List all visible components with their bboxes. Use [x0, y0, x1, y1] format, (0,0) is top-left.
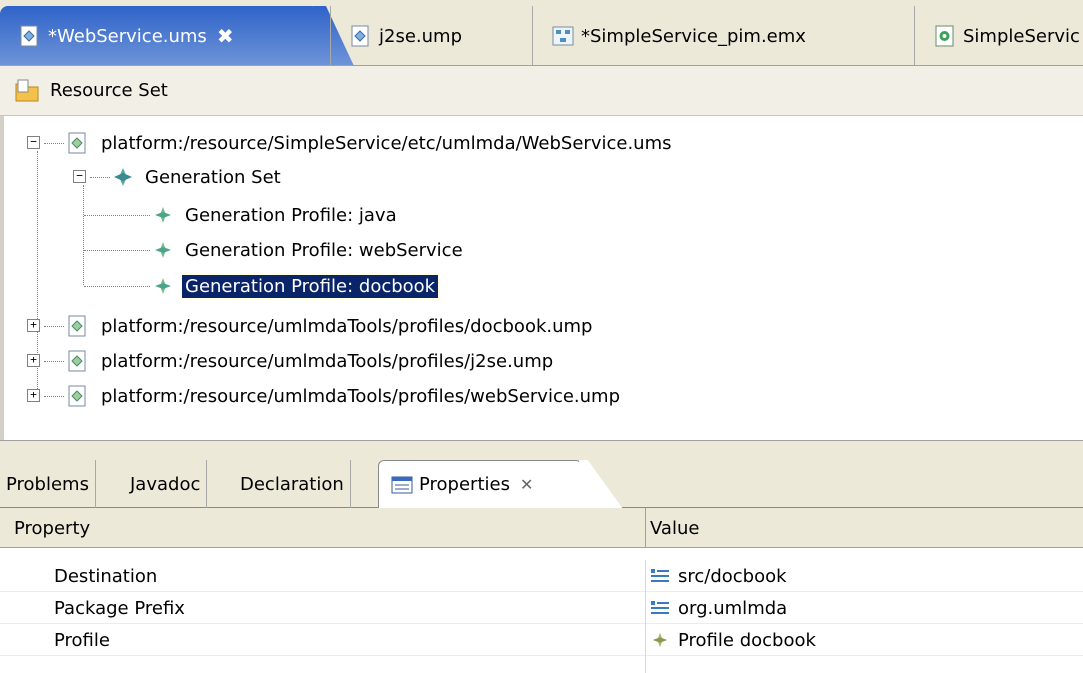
tab-properties[interactable]: Properties ✕ [378, 460, 582, 508]
ump-file-icon [66, 314, 90, 338]
tree-connector [44, 361, 64, 362]
column-header-label: Property [14, 517, 91, 539]
table-header: Property Value [0, 508, 1083, 548]
property-name: Profile [0, 624, 646, 656]
close-view-icon[interactable]: ✕ [520, 475, 533, 494]
tab-label: *SimpleService_pim.emx [581, 25, 806, 47]
expand-toggle[interactable]: + [27, 319, 40, 332]
resource-set-header: Resource Set [0, 66, 1083, 116]
tree-connector [44, 396, 64, 397]
profile-icon [152, 204, 174, 226]
table-row[interactable]: Profile Profile docbook [0, 624, 1083, 656]
tree-item-label: Generation Profile: webService [185, 239, 463, 261]
properties-table: Property Value Destination src/docbook P… [0, 508, 1083, 673]
profile-icon [152, 239, 174, 261]
tab-j2se-ump[interactable]: j2se.ump [330, 6, 530, 65]
tree-item-docbook-ump[interactable]: platform:/resource/umlmdaTools/profiles/… [66, 309, 595, 343]
property-value[interactable]: org.umlmda [646, 592, 787, 624]
collapse-toggle[interactable]: − [27, 136, 40, 149]
close-tab-icon[interactable]: ✖ [217, 24, 234, 48]
ump-file-icon [349, 24, 373, 48]
tree-connector [84, 250, 150, 251]
expand-toggle[interactable]: + [27, 389, 40, 402]
tab-label: SimpleServic [963, 25, 1080, 47]
tree-item-j2se-ump[interactable]: platform:/resource/umlmdaTools/profiles/… [66, 344, 556, 378]
table-row[interactable]: Destination src/docbook [0, 560, 1083, 592]
tree-item-webservice-ums[interactable]: platform:/resource/SimpleService/etc/uml… [66, 126, 674, 160]
view-tab-strip: Problems Javadoc Declaration Properties … [0, 456, 1083, 508]
tab-label: *WebService.ums [48, 25, 207, 47]
table-row[interactable]: Package Prefix org.umlmda [0, 592, 1083, 624]
resource-set-icon [14, 78, 40, 104]
property-value[interactable]: src/docbook [646, 560, 787, 592]
expand-toggle[interactable]: + [27, 354, 40, 367]
tree-item-label: Generation Set [145, 166, 281, 188]
text-value-icon [650, 600, 670, 616]
table-row-empty [0, 656, 1083, 673]
property-name-empty [0, 656, 646, 673]
tab-webservice-ums[interactable]: *WebService.ums ✖ [0, 6, 320, 65]
tree-item-label: Generation Profile: java [185, 204, 397, 226]
pane-divider[interactable] [0, 440, 1083, 456]
ump-file-icon [66, 384, 90, 408]
tab-label: Problems [6, 473, 89, 495]
ump-file-icon [66, 349, 90, 373]
tree-item-label: platform:/resource/umlmdaTools/profiles/… [101, 350, 554, 372]
emx-model-icon [551, 24, 575, 48]
generation-set-icon [112, 166, 134, 188]
property-value-text: org.umlmda [678, 597, 788, 619]
tree-connector [90, 177, 110, 178]
property-name: Destination [0, 560, 646, 592]
tree-item-label: platform:/resource/umlmdaTools/profiles/… [101, 385, 621, 407]
tree-item-profile-java[interactable]: Generation Profile: java [152, 198, 400, 232]
tab-label: j2se.ump [379, 25, 462, 47]
tree-connector [44, 143, 64, 144]
tree-connector [83, 185, 84, 285]
tree-item-label: platform:/resource/SimpleService/etc/uml… [101, 132, 672, 154]
ums-file-icon [18, 24, 42, 48]
tree-item-webservice-ump[interactable]: platform:/resource/umlmdaTools/profiles/… [66, 379, 623, 413]
generic-file-icon [933, 24, 957, 48]
tree-item-generation-set[interactable]: Generation Set [112, 160, 284, 194]
tab-problems[interactable]: Problems [0, 460, 96, 508]
tree-item-label-selected: Generation Profile: docbook [180, 273, 440, 299]
column-header-property[interactable]: Property [0, 508, 646, 548]
property-name: Package Prefix [0, 592, 646, 624]
profile-icon [650, 630, 670, 650]
tab-label: Javadoc [130, 473, 201, 495]
tab-simpleservice-truncated[interactable]: SimpleServic [914, 6, 1083, 65]
tree-connector [84, 215, 150, 216]
tab-label: Declaration [240, 473, 344, 495]
property-value-text: src/docbook [678, 565, 787, 587]
column-header-label: Value [650, 517, 700, 539]
editor-tab-strip: *WebService.ums ✖ j2se.ump *SimpleServic… [0, 0, 1083, 66]
property-value-text: Profile docbook [678, 629, 816, 651]
tree-connector [84, 286, 150, 287]
tree-connector [44, 326, 64, 327]
property-value[interactable]: Profile docbook [646, 624, 816, 656]
tree-item-profile-docbook[interactable]: Generation Profile: docbook [152, 269, 440, 303]
collapse-toggle[interactable]: − [73, 170, 86, 183]
resource-tree: − − + + + platform:/resource/SimpleServi… [0, 116, 1083, 440]
ums-file-icon [66, 131, 90, 155]
profile-icon [152, 275, 174, 297]
tab-simpleservice-pim-emx[interactable]: *SimpleService_pim.emx [532, 6, 912, 65]
resource-set-title: Resource Set [50, 80, 168, 101]
tree-item-profile-webservice[interactable]: Generation Profile: webService [152, 233, 466, 267]
tab-declaration[interactable]: Declaration [234, 460, 351, 508]
tab-label: Properties [419, 474, 510, 495]
text-value-icon [650, 568, 670, 584]
tree-item-label: platform:/resource/umlmdaTools/profiles/… [101, 315, 593, 337]
properties-icon [391, 476, 413, 494]
column-header-value[interactable]: Value [646, 508, 1083, 548]
tab-javadoc[interactable]: Javadoc [124, 460, 208, 508]
